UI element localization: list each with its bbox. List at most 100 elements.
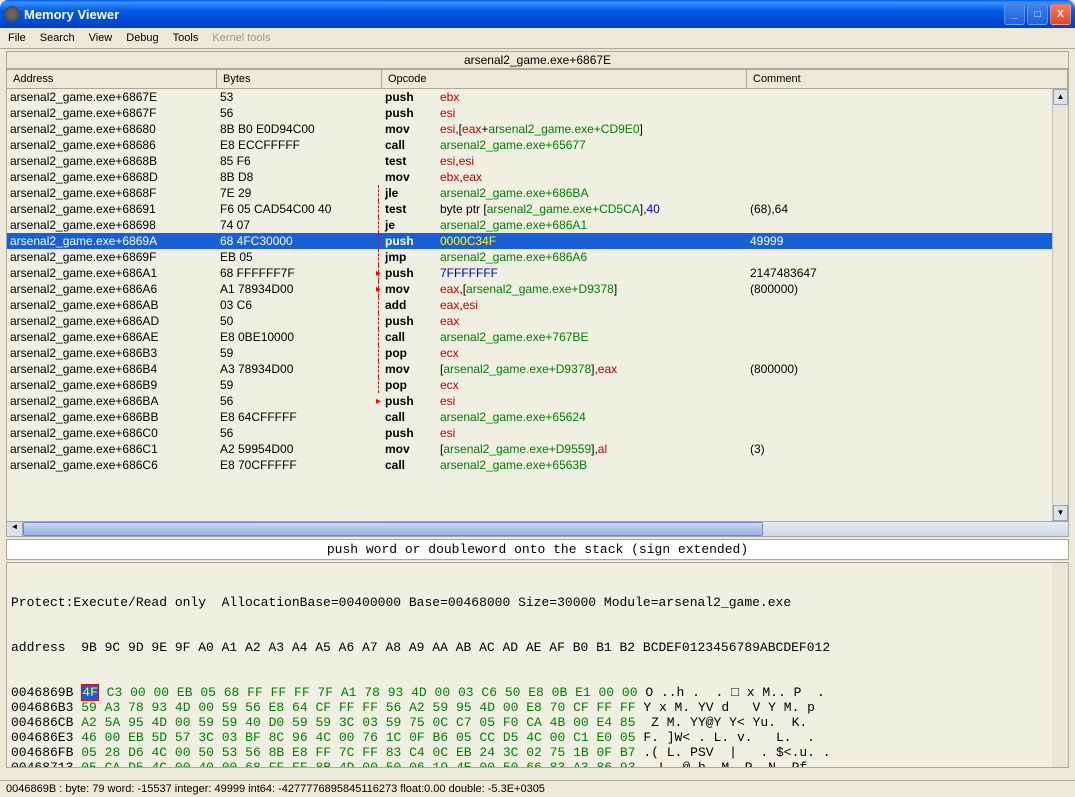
disasm-row[interactable]: ▸arsenal2_game.exe+686BA56pushesi xyxy=(7,393,1068,409)
col-address[interactable]: Address xyxy=(7,70,217,88)
disasm-row[interactable]: arsenal2_game.exe+6868D8B D8movebx,eax xyxy=(7,169,1068,185)
disasm-row[interactable]: arsenal2_game.exe+686AB03 C6addeax,esi xyxy=(7,297,1068,313)
hex-row[interactable]: 0046869B 4F C3 00 00 EB 05 68 FF FF FF 7… xyxy=(11,685,1064,700)
disasm-row[interactable]: arsenal2_game.exe+686BBE8 64CFFFFFcallar… xyxy=(7,409,1068,425)
comment-cell: 2147483647 xyxy=(750,266,1068,280)
opcode-cell: test xyxy=(385,154,440,168)
bytes-cell: 50 xyxy=(220,314,385,328)
col-comment[interactable]: Comment xyxy=(747,70,1068,88)
hex-ascii: F. ]W< . L. v. L. . xyxy=(643,730,822,745)
disasm-row[interactable]: arsenal2_game.exe+686C056pushesi xyxy=(7,425,1068,441)
scroll-down-button[interactable]: ▼ xyxy=(1053,505,1068,521)
disasm-row[interactable]: arsenal2_game.exe+6869874 07jearsenal2_g… xyxy=(7,217,1068,233)
bytes-cell: 85 F6 xyxy=(220,154,385,168)
hex-addr: 0046869B xyxy=(11,685,81,700)
scroll-up-button[interactable]: ▲ xyxy=(1053,89,1068,105)
disasm-row[interactable]: arsenal2_game.exe+6869A68 4FC30000push00… xyxy=(7,233,1068,249)
menu-search[interactable]: Search xyxy=(40,32,75,44)
operand-cell: esi xyxy=(440,426,750,440)
operand-cell: ebx,eax xyxy=(440,170,750,184)
disasm-row[interactable]: arsenal2_game.exe+68691F6 05 CAD54C00 40… xyxy=(7,201,1068,217)
bytes-cell: 59 xyxy=(220,378,385,392)
disasm-row[interactable]: ▸arsenal2_game.exe+686A168 FFFFFF7Fpush7… xyxy=(7,265,1068,281)
operand-cell: esi xyxy=(440,394,750,408)
bytes-cell: EB 05 xyxy=(220,250,385,264)
menu-kernel-tools[interactable]: Kernel tools xyxy=(212,32,270,44)
opcode-cell: pop xyxy=(385,378,440,392)
titlebar[interactable]: Memory Viewer _ □ X xyxy=(0,0,1075,28)
disasm-row[interactable]: arsenal2_game.exe+686AD50pusheax xyxy=(7,313,1068,329)
disasm-row[interactable]: arsenal2_game.exe+6868B85 F6testesi,esi xyxy=(7,153,1068,169)
bytes-cell: E8 70CFFFFF xyxy=(220,458,385,472)
col-opcode[interactable]: Opcode xyxy=(382,70,747,88)
bytes-cell: 8B B0 E0D94C00 xyxy=(220,122,385,136)
operand-cell: arsenal2_game.exe+686A6 xyxy=(440,250,750,264)
window-title: Memory Viewer xyxy=(24,7,1004,22)
opcode-cell: pop xyxy=(385,346,440,360)
disasm-row[interactable]: arsenal2_game.exe+686AEE8 0BE10000callar… xyxy=(7,329,1068,345)
addr-cell: arsenal2_game.exe+686A6 xyxy=(10,282,220,296)
scroll-left-button[interactable]: ◄ xyxy=(7,522,23,536)
hex-row[interactable]: 004686B3 59 A3 78 93 4D 00 59 56 E8 64 C… xyxy=(11,700,1064,715)
operand-cell: [arsenal2_game.exe+D9559],al xyxy=(440,442,750,456)
hex-row[interactable]: 004686FB 05 28 D6 4C 00 50 53 56 8B E8 F… xyxy=(11,745,1064,760)
disasm-row[interactable]: ▸arsenal2_game.exe+686A6A1 78934D00movea… xyxy=(7,281,1068,297)
addr-cell: arsenal2_game.exe+6869F xyxy=(10,250,220,264)
hex-addr: 004686B3 xyxy=(11,700,81,715)
module-header[interactable]: arsenal2_game.exe+6867E xyxy=(6,51,1069,69)
opcode-cell: call xyxy=(385,410,440,424)
opcode-cell: push xyxy=(385,266,440,280)
maximize-button[interactable]: □ xyxy=(1027,4,1048,25)
disasm-row[interactable]: arsenal2_game.exe+686B359popecx xyxy=(7,345,1068,361)
disasm-row[interactable]: arsenal2_game.exe+686B959popecx xyxy=(7,377,1068,393)
menu-view[interactable]: View xyxy=(89,32,113,44)
scroll-thumb[interactable] xyxy=(23,522,763,536)
hex-row[interactable]: 00468713 05 CA D5 4C 00 40 00 68 FF FF 8… xyxy=(11,760,1064,768)
disasm-row[interactable]: arsenal2_game.exe+6867E53pushebx xyxy=(7,89,1068,105)
operand-cell: eax xyxy=(440,314,750,328)
opcode-cell: push xyxy=(385,314,440,328)
disasm-row[interactable]: arsenal2_game.exe+6867F56pushesi xyxy=(7,105,1068,121)
instruction-description: push word or doubleword onto the stack (… xyxy=(6,539,1069,560)
addr-cell: arsenal2_game.exe+686AE xyxy=(10,330,220,344)
disasm-row[interactable]: arsenal2_game.exe+68686E8 ECCFFFFFcallar… xyxy=(7,137,1068,153)
comment-cell: (68),64 xyxy=(750,202,1068,216)
opcode-cell: je xyxy=(385,218,440,232)
bytes-cell: A1 78934D00 xyxy=(220,282,385,296)
horizontal-scrollbar[interactable]: ◄ xyxy=(6,521,1069,537)
menubar: File Search View Debug Tools Kernel tool… xyxy=(0,28,1075,49)
bytes-cell: F6 05 CAD54C00 40 xyxy=(220,202,385,216)
opcode-cell: jmp xyxy=(385,250,440,264)
disasm-row[interactable]: arsenal2_game.exe+686B4A3 78934D00mov[ar… xyxy=(7,361,1068,377)
disasm-row[interactable]: arsenal2_game.exe+6868F7E 29jlearsenal2_… xyxy=(7,185,1068,201)
bytes-cell: 56 xyxy=(220,394,385,408)
operand-cell: [arsenal2_game.exe+D9378],eax xyxy=(440,362,750,376)
hex-ascii: .( L. PSV | . $<.u. . xyxy=(643,745,830,760)
minimize-button[interactable]: _ xyxy=(1004,4,1025,25)
disassembly-list[interactable]: arsenal2_game.exe+6867E53pushebxarsenal2… xyxy=(6,89,1069,521)
vertical-scrollbar[interactable]: ▲ ▼ xyxy=(1052,89,1068,521)
hex-view[interactable]: Protect:Execute/Read only AllocationBase… xyxy=(6,562,1069,768)
hex-vertical-scrollbar[interactable] xyxy=(1052,563,1068,767)
disasm-row[interactable]: arsenal2_game.exe+686C1A2 59954D00mov[ar… xyxy=(7,441,1068,457)
bytes-cell: 03 C6 xyxy=(220,298,385,312)
close-button[interactable]: X xyxy=(1050,4,1071,25)
disasm-row[interactable]: arsenal2_game.exe+686808B B0 E0D94C00mov… xyxy=(7,121,1068,137)
hex-addr: 00468713 xyxy=(11,760,81,768)
operand-cell: arsenal2_game.exe+767BE xyxy=(440,330,750,344)
disasm-row[interactable]: arsenal2_game.exe+686C6E8 70CFFFFFcallar… xyxy=(7,457,1068,473)
addr-cell: arsenal2_game.exe+6869A xyxy=(10,234,220,248)
operand-cell: esi,esi xyxy=(440,154,750,168)
opcode-cell: mov xyxy=(385,442,440,456)
menu-debug[interactable]: Debug xyxy=(126,32,158,44)
hex-row[interactable]: 004686E3 46 00 EB 5D 57 3C 03 BF 8C 96 4… xyxy=(11,730,1064,745)
addr-cell: arsenal2_game.exe+686C0 xyxy=(10,426,220,440)
col-bytes[interactable]: Bytes xyxy=(217,70,382,88)
hex-row[interactable]: 004686CB A2 5A 95 4D 00 59 59 40 D0 59 5… xyxy=(11,715,1064,730)
disasm-row[interactable]: arsenal2_game.exe+6869FEB 05jmparsenal2_… xyxy=(7,249,1068,265)
opcode-cell: mov xyxy=(385,362,440,376)
addr-cell: arsenal2_game.exe+686AD xyxy=(10,314,220,328)
menu-tools[interactable]: Tools xyxy=(173,32,199,44)
opcode-cell: jle xyxy=(385,186,440,200)
menu-file[interactable]: File xyxy=(8,32,26,44)
